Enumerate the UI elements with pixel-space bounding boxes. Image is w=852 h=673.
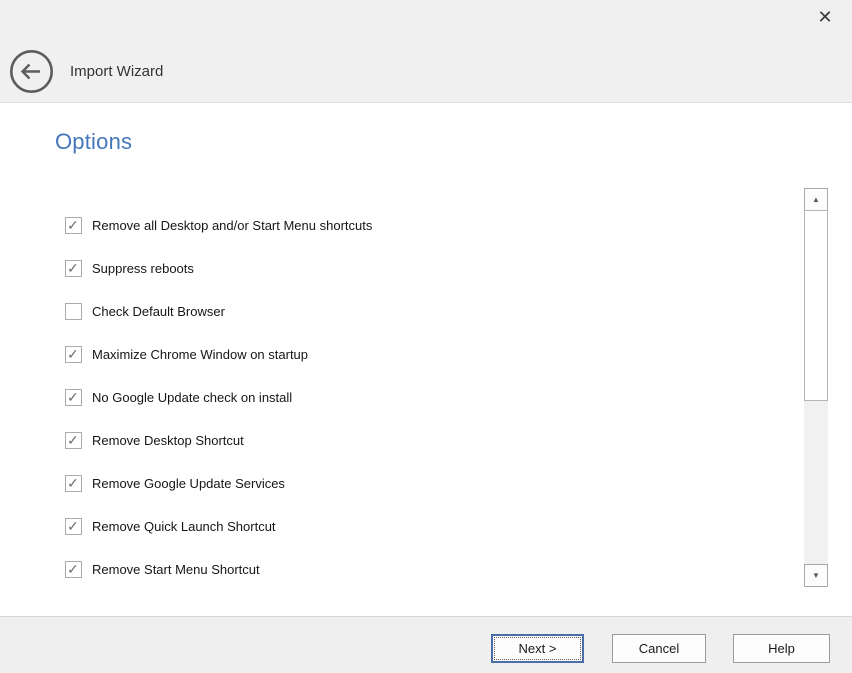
option-row: Check Default Browser	[65, 290, 775, 333]
scroll-down-button[interactable]: ▼	[804, 564, 828, 587]
option-row: ✓ No Google Update check on install	[65, 376, 775, 419]
checkbox[interactable]	[65, 303, 82, 320]
wizard-footer: Next > Cancel Help	[0, 616, 852, 673]
option-row: ✓ Remove Start Menu Shortcut	[65, 548, 775, 591]
wizard-header: Import Wizard ✕	[0, 0, 852, 103]
checkbox[interactable]: ✓	[65, 518, 82, 535]
back-arrow-icon	[9, 81, 54, 98]
import-wizard-dialog: Import Wizard ✕ Options ✓ Remove all Des…	[0, 0, 852, 673]
checkbox[interactable]: ✓	[65, 389, 82, 406]
checkbox-label[interactable]: Remove all Desktop and/or Start Menu sho…	[92, 218, 372, 233]
checkbox[interactable]: ✓	[65, 475, 82, 492]
close-icon: ✕	[817, 7, 832, 27]
checkbox-label[interactable]: Remove Quick Launch Shortcut	[92, 519, 276, 534]
scroll-down-icon: ▼	[812, 571, 820, 580]
checkbox-label[interactable]: Remove Start Menu Shortcut	[92, 562, 260, 577]
option-row: ✓ Suppress reboots	[65, 247, 775, 290]
checkbox[interactable]: ✓	[65, 260, 82, 277]
page-title: Options	[55, 129, 132, 155]
options-list: ✓ Remove all Desktop and/or Start Menu s…	[65, 204, 775, 591]
checkbox[interactable]: ✓	[65, 432, 82, 449]
checkmark-icon: ✓	[67, 432, 79, 448]
vertical-scrollbar: ▲ ▼	[804, 188, 828, 587]
checkbox-label[interactable]: Check Default Browser	[92, 304, 225, 319]
back-button[interactable]	[9, 49, 54, 94]
checkbox-label[interactable]: Remove Desktop Shortcut	[92, 433, 244, 448]
cancel-button[interactable]: Cancel	[612, 634, 706, 663]
checkbox[interactable]: ✓	[65, 217, 82, 234]
scrollbar-track[interactable]	[804, 401, 828, 564]
option-row: ✓ Remove Quick Launch Shortcut	[65, 505, 775, 548]
checkmark-icon: ✓	[67, 518, 79, 534]
option-row: ✓ Maximize Chrome Window on startup	[65, 333, 775, 376]
next-button[interactable]: Next >	[491, 634, 584, 663]
scrollbar-thumb[interactable]	[804, 210, 828, 401]
checkbox[interactable]: ✓	[65, 346, 82, 363]
checkmark-icon: ✓	[67, 389, 79, 405]
scroll-up-button[interactable]: ▲	[804, 188, 828, 211]
checkmark-icon: ✓	[67, 475, 79, 491]
wizard-title: Import Wizard	[70, 63, 163, 80]
option-row: ✓ Remove Desktop Shortcut	[65, 419, 775, 462]
checkmark-icon: ✓	[67, 217, 79, 233]
checkbox-label[interactable]: Remove Google Update Services	[92, 476, 285, 491]
help-button[interactable]: Help	[733, 634, 830, 663]
checkbox[interactable]: ✓	[65, 561, 82, 578]
option-row: ✓ Remove Google Update Services	[65, 462, 775, 505]
close-button[interactable]: ✕	[812, 4, 838, 30]
checkmark-icon: ✓	[67, 260, 79, 276]
scroll-up-icon: ▲	[812, 195, 820, 204]
checkbox-label[interactable]: Suppress reboots	[92, 261, 194, 276]
checkbox-label[interactable]: No Google Update check on install	[92, 390, 292, 405]
checkmark-icon: ✓	[67, 346, 79, 362]
option-row: ✓ Remove all Desktop and/or Start Menu s…	[65, 204, 775, 247]
checkmark-icon: ✓	[67, 561, 79, 577]
checkbox-label[interactable]: Maximize Chrome Window on startup	[92, 347, 308, 362]
